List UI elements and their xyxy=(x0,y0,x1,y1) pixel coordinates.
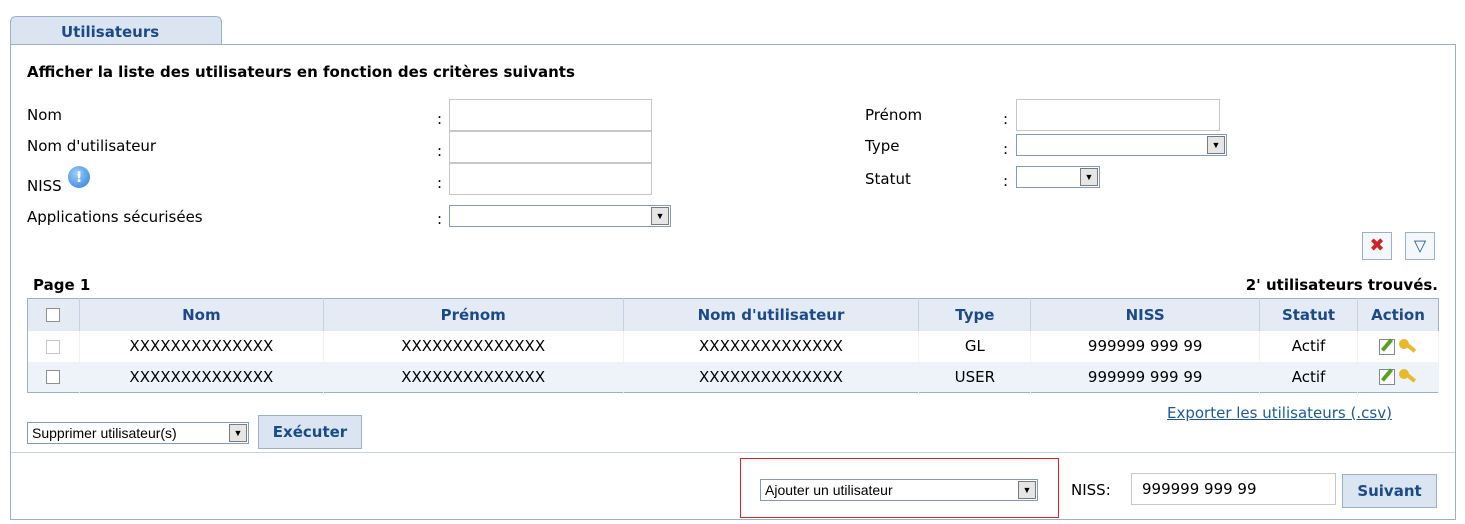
bulk-action-select[interactable]: Supprimer utilisateur(s) ▼ xyxy=(27,422,249,444)
edit-icon[interactable] xyxy=(1378,338,1395,355)
column-header-niss[interactable]: NISS xyxy=(1030,298,1261,331)
add-user-select-value: Ajouter un utilisateur xyxy=(765,482,893,498)
export-csv-link[interactable]: Exporter les utilisateurs (.csv) xyxy=(1167,404,1392,422)
column-header-type[interactable]: Type xyxy=(918,298,1032,331)
nom-utilisateur-input[interactable] xyxy=(449,131,652,163)
users-panel xyxy=(10,44,1456,520)
nom-colon: : xyxy=(437,110,443,128)
cell-prenom: XXXXXXXXXXXXXX xyxy=(323,330,624,362)
applications-label: Applications sécurisées xyxy=(27,208,203,226)
niss-colon: : xyxy=(437,174,443,192)
filter-icon: ▽ xyxy=(1413,236,1427,255)
clear-filter-icon: ✖ xyxy=(1369,235,1385,256)
type-colon: : xyxy=(1003,140,1009,158)
add-user-niss-label: NISS: xyxy=(1071,481,1111,499)
add-user-select[interactable]: Ajouter un utilisateur ▼ xyxy=(760,479,1038,501)
page-indicator: Page 1 xyxy=(33,276,91,294)
applications-colon: : xyxy=(437,210,443,228)
results-count: 2' utilisateurs trouvés. xyxy=(1245,276,1438,294)
cell-nom: XXXXXXXXXXXXXX xyxy=(79,330,324,362)
column-header-action: Action xyxy=(1357,298,1439,331)
cell-type: GL xyxy=(918,330,1032,362)
info-icon[interactable]: ! xyxy=(68,166,90,188)
chevron-down-icon: ▼ xyxy=(1080,168,1098,186)
bulk-action-select-value: Supprimer utilisateur(s) xyxy=(32,425,177,441)
row-checkbox[interactable] xyxy=(46,370,61,385)
column-header-nom[interactable]: Nom xyxy=(79,298,324,331)
cell-niss: 999999 999 99 xyxy=(1030,361,1261,393)
applications-select[interactable]: ▼ xyxy=(449,205,671,227)
row-checkbox[interactable] xyxy=(46,339,61,354)
chevron-down-icon: ▼ xyxy=(1018,481,1036,499)
clear-filter-button[interactable]: ✖ xyxy=(1362,232,1392,260)
nom-label: Nom xyxy=(27,106,63,124)
cell-niss: 999999 999 99 xyxy=(1030,330,1261,362)
tab-utilisateurs[interactable]: Utilisateurs xyxy=(10,16,222,45)
column-header-nom-utilisateur[interactable]: Nom d'utilisateur xyxy=(623,298,920,331)
row-select-cell xyxy=(27,330,80,362)
key-icon[interactable] xyxy=(1398,369,1417,385)
divider xyxy=(11,452,1455,453)
row-select-cell xyxy=(27,361,80,393)
cell-nom: XXXXXXXXXXXXXX xyxy=(79,361,324,393)
add-user-niss-input[interactable]: 999999 999 99 xyxy=(1131,473,1336,505)
next-button[interactable]: Suivant xyxy=(1342,474,1437,508)
users-table: Nom Prénom Nom d'utilisateur Type NISS S… xyxy=(27,298,1440,393)
chevron-down-icon: ▼ xyxy=(229,424,247,442)
execute-button[interactable]: Exécuter xyxy=(258,415,362,449)
nom-input[interactable] xyxy=(449,99,652,131)
key-icon[interactable] xyxy=(1398,338,1417,355)
table-row: XXXXXXXXXXXXXX XXXXXXXXXXXXXX XXXXXXXXXX… xyxy=(27,361,1440,393)
column-header-statut[interactable]: Statut xyxy=(1259,298,1358,331)
filter-button[interactable]: ▽ xyxy=(1405,232,1435,260)
cell-nom-utilisateur: XXXXXXXXXXXXXX xyxy=(623,361,920,393)
cell-nom-utilisateur: XXXXXXXXXXXXXX xyxy=(623,330,920,362)
statut-select[interactable]: ▼ xyxy=(1016,166,1100,188)
nom-utilisateur-colon: : xyxy=(437,142,443,160)
niss-label: NISS xyxy=(27,177,62,195)
cell-prenom: XXXXXXXXXXXXXX xyxy=(323,361,624,393)
cell-statut: Actif xyxy=(1259,330,1358,362)
prenom-label: Prénom xyxy=(865,106,923,124)
statut-colon: : xyxy=(1003,172,1009,190)
type-label: Type xyxy=(865,137,900,155)
cell-statut: Actif xyxy=(1259,361,1358,393)
table-row: XXXXXXXXXXXXXX XXXXXXXXXXXXXX XXXXXXXXXX… xyxy=(27,330,1440,362)
cell-action xyxy=(1357,330,1440,362)
cell-action xyxy=(1357,361,1440,393)
prenom-input[interactable] xyxy=(1016,99,1220,131)
chevron-down-icon: ▼ xyxy=(651,207,669,225)
prenom-colon: : xyxy=(1003,110,1009,128)
edit-icon[interactable] xyxy=(1378,369,1395,386)
type-select[interactable]: ▼ xyxy=(1016,134,1227,156)
column-header-prenom[interactable]: Prénom xyxy=(323,298,624,331)
select-all-checkbox[interactable] xyxy=(46,308,61,323)
filter-heading: Afficher la liste des utilisateurs en fo… xyxy=(27,63,575,81)
statut-label: Statut xyxy=(865,170,911,188)
select-all-header xyxy=(27,298,80,331)
nom-utilisateur-label: Nom d'utilisateur xyxy=(27,137,157,155)
chevron-down-icon: ▼ xyxy=(1207,136,1225,154)
niss-input[interactable] xyxy=(449,163,652,195)
cell-type: USER xyxy=(918,361,1032,393)
table-header-row: Nom Prénom Nom d'utilisateur Type NISS S… xyxy=(27,298,1439,331)
